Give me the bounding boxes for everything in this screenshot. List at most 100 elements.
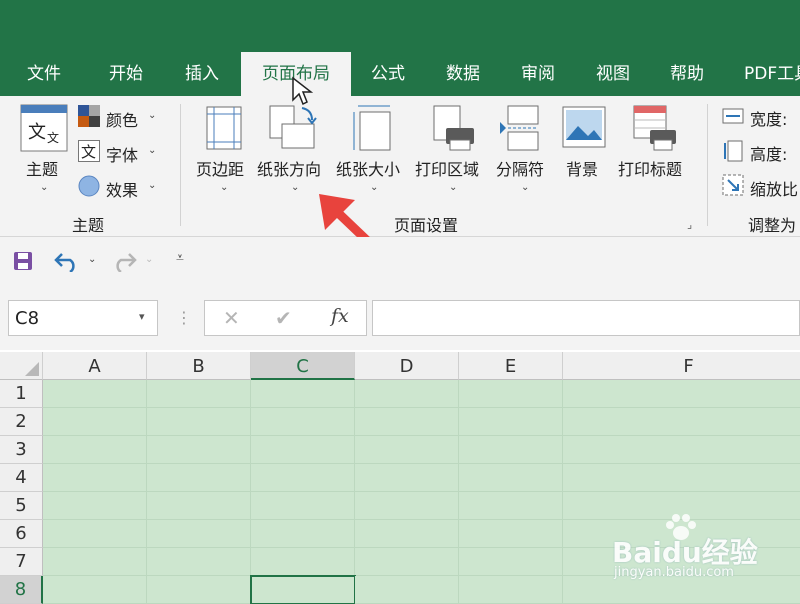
row-header-1[interactable]: 1 (0, 380, 43, 408)
margins-label[interactable]: 页边距 (196, 156, 244, 180)
scale-icon[interactable] (722, 174, 744, 200)
cell-e4[interactable] (459, 464, 563, 492)
cell-d3[interactable] (355, 436, 459, 464)
tab-help[interactable]: 帮助 (661, 52, 713, 96)
cell-d1[interactable] (355, 380, 459, 408)
check-icon[interactable]: ✔ (275, 306, 292, 330)
column-header-b[interactable]: B (147, 352, 251, 380)
tab-file[interactable]: 文件 (18, 52, 70, 96)
row-header-4[interactable]: 4 (0, 464, 43, 492)
cell-e1[interactable] (459, 380, 563, 408)
row-header-3[interactable]: 3 (0, 436, 43, 464)
print-titles-icon[interactable] (632, 104, 678, 156)
column-header-c[interactable]: C (251, 352, 355, 380)
print-area-label[interactable]: 打印区域 (415, 156, 479, 180)
tab-home[interactable]: 开始 (100, 52, 152, 96)
scale-label[interactable]: 缩放比 (750, 176, 800, 200)
width-icon[interactable] (722, 106, 744, 130)
cell-b6[interactable] (147, 520, 251, 548)
cell-f2[interactable] (563, 408, 800, 436)
tab-formulas[interactable]: 公式 (362, 52, 414, 96)
cell-e2[interactable] (459, 408, 563, 436)
cell-f1[interactable] (563, 380, 800, 408)
undo-icon[interactable] (54, 250, 80, 276)
cell-c7[interactable] (251, 548, 355, 576)
cell-b1[interactable] (147, 380, 251, 408)
chevron-down-icon[interactable]: ⌄ (145, 254, 153, 265)
fonts-icon[interactable]: 文 (78, 140, 100, 166)
row-header-2[interactable]: 2 (0, 408, 43, 436)
tab-view[interactable]: 视图 (587, 52, 639, 96)
background-label[interactable]: 背景 (566, 156, 598, 180)
print-titles-label[interactable]: 打印标题 (618, 156, 682, 180)
cell-a2[interactable] (43, 408, 147, 436)
breaks-icon[interactable] (498, 104, 542, 156)
cell-a4[interactable] (43, 464, 147, 492)
dropdown-arrow-icon[interactable]: ▾ (139, 310, 145, 323)
colors-label[interactable]: 颜色 (106, 107, 138, 131)
column-header-f[interactable]: F (563, 352, 800, 380)
fonts-label[interactable]: 字体 (106, 142, 138, 166)
cell-b3[interactable] (147, 436, 251, 464)
cell-c2[interactable] (251, 408, 355, 436)
size-label[interactable]: 纸张大小 (336, 156, 400, 180)
cell-c3[interactable] (251, 436, 355, 464)
cell-d4[interactable] (355, 464, 459, 492)
cell-b7[interactable] (147, 548, 251, 576)
name-box[interactable]: C8 ▾ (8, 300, 158, 336)
customize-qat-icon[interactable]: ⩡ (176, 250, 184, 266)
cell-f3[interactable] (563, 436, 800, 464)
background-icon[interactable] (562, 106, 606, 152)
fx-button[interactable]: fx (331, 305, 349, 327)
cell-b5[interactable] (147, 492, 251, 520)
cell-c6[interactable] (251, 520, 355, 548)
width-label[interactable]: 宽度: (750, 106, 787, 130)
tab-pdf-tools[interactable]: PDF工具 (736, 52, 800, 96)
tab-insert[interactable]: 插入 (176, 52, 228, 96)
themes-label[interactable]: 主题 (26, 156, 58, 180)
cell-a3[interactable] (43, 436, 147, 464)
height-icon[interactable] (722, 140, 744, 166)
cell-c1[interactable] (251, 380, 355, 408)
cell-a7[interactable] (43, 548, 147, 576)
row-header-7[interactable]: 7 (0, 548, 43, 576)
effects-label[interactable]: 效果 (106, 177, 138, 201)
cell-b2[interactable] (147, 408, 251, 436)
cell-c4[interactable] (251, 464, 355, 492)
column-header-e[interactable]: E (459, 352, 563, 380)
redo-icon[interactable] (111, 250, 137, 276)
dialog-launcher-icon[interactable]: ⌟ (687, 218, 692, 231)
cell-e7[interactable] (459, 548, 563, 576)
breaks-label[interactable]: 分隔符 (496, 156, 544, 180)
select-all-corner[interactable] (0, 352, 43, 380)
cell-a5[interactable] (43, 492, 147, 520)
orientation-label[interactable]: 纸张方向 (257, 156, 321, 180)
margins-icon[interactable] (206, 106, 242, 154)
cell-f4[interactable] (563, 464, 800, 492)
themes-icon[interactable]: 文 文 (20, 104, 68, 156)
size-icon[interactable] (352, 104, 394, 156)
cell-e6[interactable] (459, 520, 563, 548)
effects-icon[interactable] (78, 175, 100, 201)
cell-e3[interactable] (459, 436, 563, 464)
colors-icon[interactable] (78, 105, 100, 131)
cell-d5[interactable] (355, 492, 459, 520)
cancel-icon[interactable]: ✕ (223, 306, 240, 330)
cell-c5[interactable] (251, 492, 355, 520)
cell-e5[interactable] (459, 492, 563, 520)
formula-input[interactable] (372, 300, 800, 336)
cell-d7[interactable] (355, 548, 459, 576)
chevron-down-icon[interactable]: ⌄ (88, 254, 96, 265)
cell-d2[interactable] (355, 408, 459, 436)
cell-b4[interactable] (147, 464, 251, 492)
row-header-5[interactable]: 5 (0, 492, 43, 520)
cell-a1[interactable] (43, 380, 147, 408)
print-area-icon[interactable] (430, 104, 476, 156)
column-header-d[interactable]: D (355, 352, 459, 380)
save-icon[interactable] (13, 251, 33, 275)
grip-icon[interactable]: ⋮ (176, 308, 192, 327)
height-label[interactable]: 高度: (750, 141, 787, 165)
row-header-6[interactable]: 6 (0, 520, 43, 548)
tab-data[interactable]: 数据 (437, 52, 489, 96)
cell-a6[interactable] (43, 520, 147, 548)
